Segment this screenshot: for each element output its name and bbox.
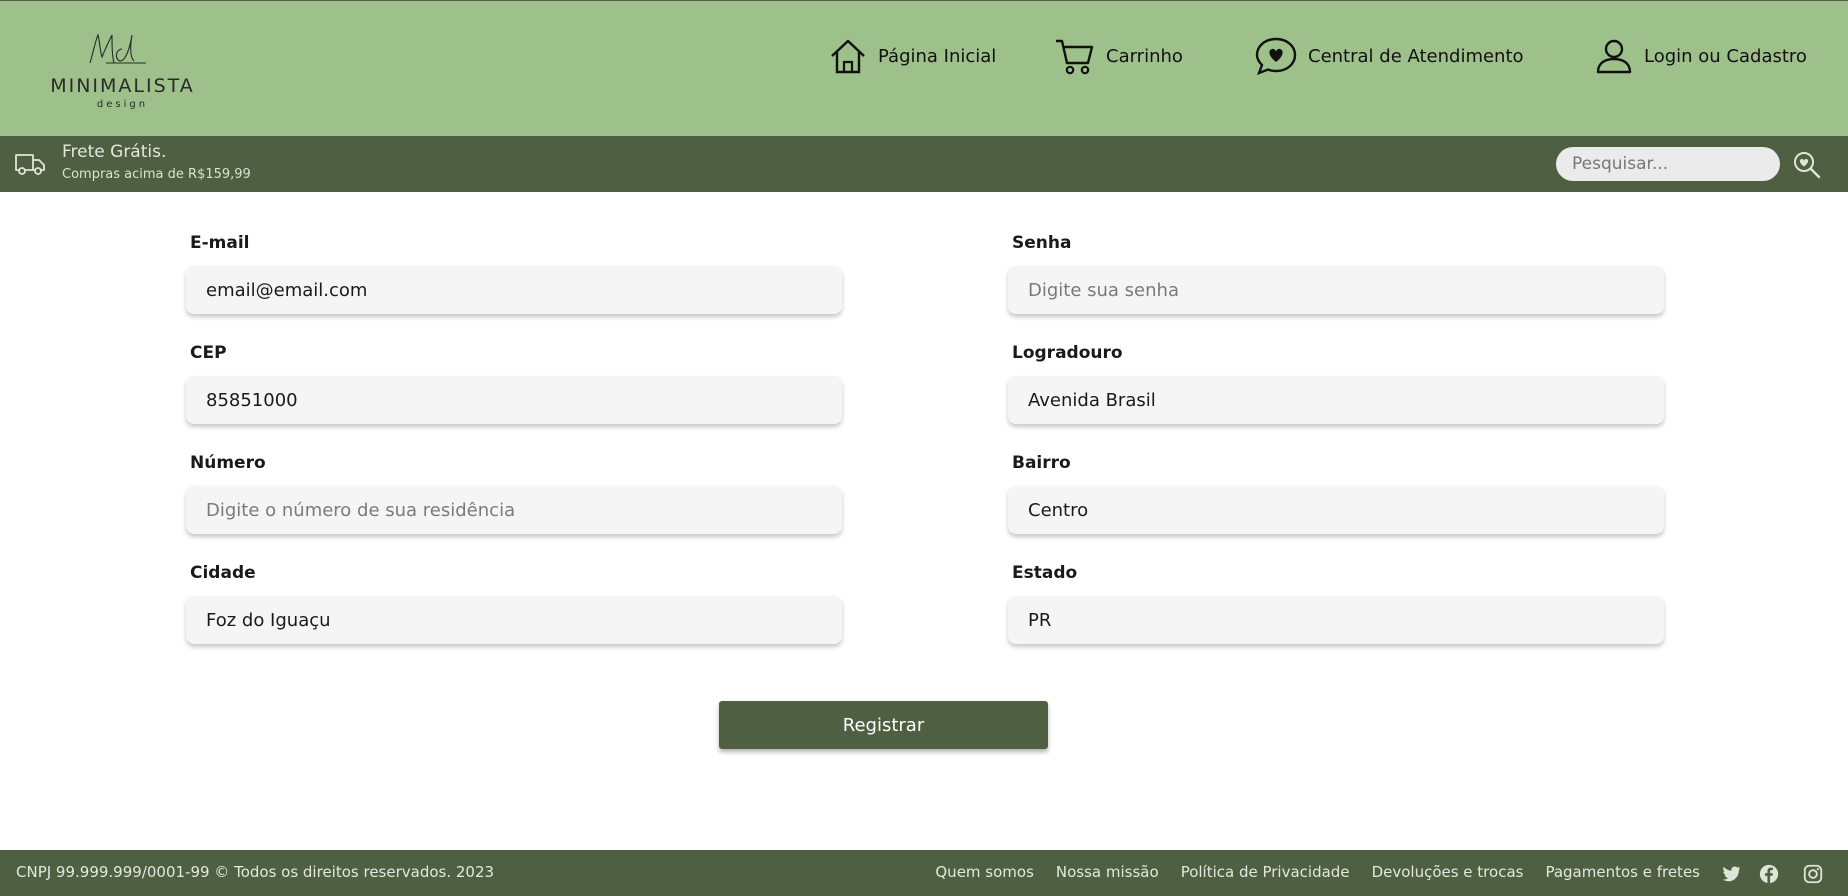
logo[interactable]: MINIMALISTA design [50, 25, 195, 115]
cep-label: CEP [190, 343, 227, 363]
top-header: MINIMALISTA design Página Inicial Carrin… [0, 0, 1848, 136]
logo-brand: MINIMALISTA [50, 75, 195, 97]
footer-link-returns[interactable]: Devoluções e trocas [1372, 863, 1524, 881]
district-field[interactable] [1008, 486, 1664, 534]
city-field[interactable] [186, 596, 842, 644]
promo-bar: Frete Grátis. Compras acima de R$159,99 [0, 136, 1848, 192]
footer-link-payments[interactable]: Pagamentos e fretes [1545, 863, 1700, 881]
nav-cart[interactable]: Carrinho [1054, 35, 1183, 77]
nav-login[interactable]: Login ou Cadastro [1594, 35, 1807, 77]
email-field[interactable] [186, 266, 842, 314]
cep-field[interactable] [186, 376, 842, 424]
cart-icon [1056, 39, 1094, 75]
register-button[interactable]: Registrar [719, 701, 1048, 749]
footer-links: Quem somos Nossa missão Política de Priv… [935, 863, 1700, 881]
nav-login-label: Login ou Cadastro [1644, 45, 1807, 67]
footer: CNPJ 99.999.999/0001-99 © Todos os direi… [0, 850, 1848, 896]
nav-home-label: Página Inicial [878, 45, 997, 67]
logo-script-mark [89, 33, 146, 64]
copyright-text: CNPJ 99.999.999/0001-99 © Todos os direi… [16, 863, 495, 881]
promo-title: Frete Grátis. [62, 142, 167, 162]
city-label: Cidade [190, 563, 256, 583]
user-icon [1596, 39, 1632, 74]
search-heart-icon[interactable] [1792, 150, 1822, 180]
facebook-icon[interactable] [1758, 863, 1780, 885]
district-label: Bairro [1012, 453, 1071, 473]
home-icon [831, 39, 865, 74]
nav-support-label: Central de Atendimento [1308, 45, 1524, 67]
footer-link-mission[interactable]: Nossa missão [1056, 863, 1159, 881]
footer-link-privacy[interactable]: Política de Privacidade [1181, 863, 1350, 881]
street-label: Logradouro [1012, 343, 1123, 363]
password-field[interactable] [1008, 266, 1664, 314]
search-input[interactable] [1556, 147, 1780, 181]
street-field[interactable] [1008, 376, 1664, 424]
nav-cart-label: Carrinho [1106, 45, 1183, 67]
promo-subtitle: Compras acima de R$159,99 [62, 167, 251, 182]
nav-support[interactable]: Central de Atendimento [1254, 35, 1524, 77]
number-label: Número [190, 453, 266, 473]
state-field[interactable] [1008, 596, 1664, 644]
instagram-icon[interactable] [1802, 863, 1824, 885]
state-label: Estado [1012, 563, 1078, 583]
logo-sub: design [96, 99, 149, 110]
chat-heart-icon [1255, 37, 1297, 76]
twitter-icon[interactable] [1720, 863, 1742, 885]
email-label: E-mail [190, 233, 250, 253]
truck-icon [15, 154, 45, 175]
footer-link-about[interactable]: Quem somos [935, 863, 1034, 881]
number-field[interactable] [186, 486, 842, 534]
nav-home[interactable]: Página Inicial [828, 35, 996, 77]
password-label: Senha [1012, 233, 1072, 253]
